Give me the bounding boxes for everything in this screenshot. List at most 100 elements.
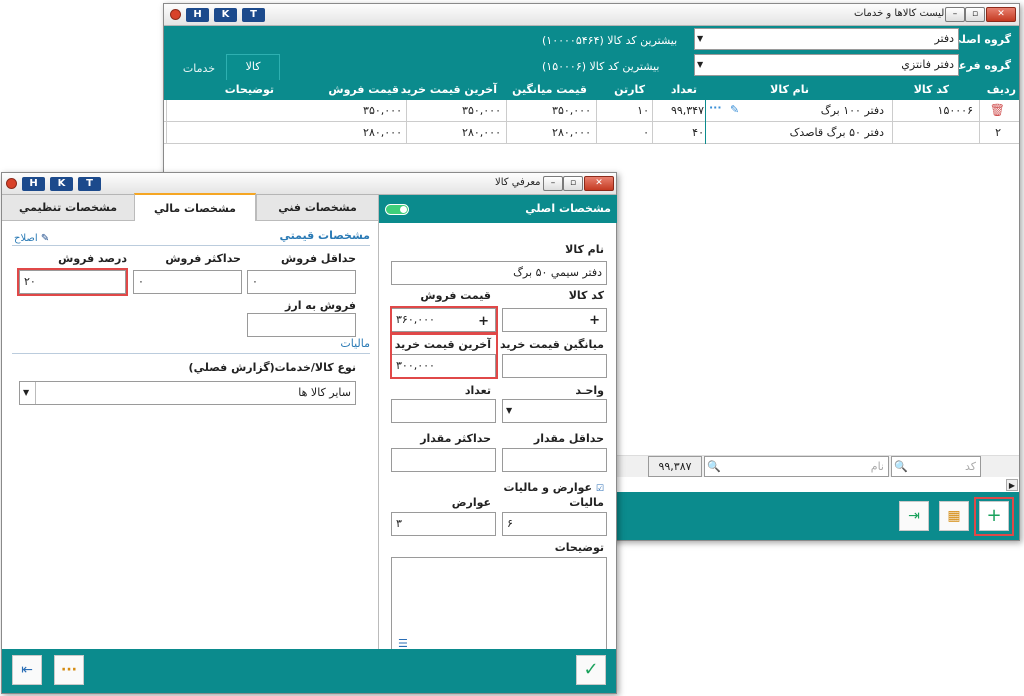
cell-avg: ۳۵۰,۰۰۰ bbox=[552, 104, 591, 117]
plus-icon[interactable]: + bbox=[589, 311, 600, 331]
avg-buy-input[interactable] bbox=[502, 354, 607, 378]
col-code: كد كالا bbox=[913, 83, 949, 96]
cell-sale: ۲۸۰,۰۰۰ bbox=[363, 126, 402, 139]
toggle-switch[interactable] bbox=[385, 204, 409, 215]
import-icon[interactable]: ⇥ bbox=[899, 501, 929, 531]
chevron-down-icon: ▼ bbox=[506, 406, 513, 415]
hkt-h-button[interactable]: H bbox=[186, 8, 209, 22]
close-button[interactable]: ✕ bbox=[584, 176, 614, 191]
pencil-icon[interactable]: ✎ bbox=[730, 103, 739, 116]
cell-avg: ۲۸۰,۰۰۰ bbox=[552, 126, 591, 139]
minimize-button[interactable]: – bbox=[945, 7, 965, 22]
main-specs-title: مشخصات اصلي bbox=[525, 202, 611, 215]
min-qty-input[interactable] bbox=[502, 448, 607, 472]
filter-code-input[interactable]: كد 🔍 bbox=[891, 456, 981, 477]
goods-table: رديف كد كالا نام كالا تعداد كارتن قيمت م… bbox=[164, 80, 1019, 144]
form-bottom-toolbar: ⇤ ··· ✓ bbox=[2, 649, 616, 693]
table-divider bbox=[406, 100, 407, 144]
restore-button[interactable]: ▫ bbox=[563, 176, 583, 191]
main-group-label: گروه اصلي bbox=[950, 33, 1011, 46]
main-specs-header: مشخصات اصلي bbox=[379, 195, 617, 223]
sale-price-label: قيمت فروش bbox=[420, 289, 491, 302]
duty-input[interactable]: ۳ bbox=[391, 512, 496, 536]
app-dot-icon bbox=[170, 9, 181, 20]
unit-select[interactable]: ▼ bbox=[502, 399, 607, 423]
max-code-main: بيشترين كد كالا (۱۰۰۰۰۵۴۶۴) bbox=[542, 34, 678, 47]
pct-sale-label: درصد فروش bbox=[58, 252, 127, 265]
max-qty-label: حداكثر مقدار bbox=[420, 432, 491, 445]
main-group-select[interactable]: دفتر ▼ bbox=[694, 28, 959, 50]
tab-services[interactable]: خدمات bbox=[174, 58, 224, 80]
max-sale-input[interactable]: ۰ bbox=[133, 270, 242, 294]
price-section-title: مشخصات قيمتي bbox=[279, 229, 370, 242]
search-icon: 🔍 bbox=[707, 460, 721, 473]
edit-link[interactable]: اصلاح ✎ bbox=[14, 233, 49, 244]
cell-last: ۳۵۰,۰۰۰ bbox=[462, 104, 501, 117]
hkt-h-button[interactable]: H bbox=[22, 177, 45, 191]
desc-label: توضيحات bbox=[554, 541, 604, 554]
goods-type-select[interactable]: ساير كالا ها ▼ bbox=[19, 381, 356, 405]
tax-section-divider bbox=[12, 353, 370, 354]
filter-name-input[interactable]: نام 🔍 bbox=[704, 456, 889, 477]
min-qty-label: حداقل مقدار bbox=[533, 432, 604, 445]
fx-sale-label: فروش به ارز bbox=[285, 299, 356, 312]
qty-input[interactable] bbox=[391, 399, 496, 423]
pct-sale-highlight bbox=[17, 268, 128, 296]
name-input[interactable]: دفتر سيمي ۵۰ برگ bbox=[391, 261, 607, 285]
code-input[interactable]: + bbox=[502, 308, 607, 332]
tab-technical[interactable]: مشخصات فني bbox=[256, 195, 378, 220]
fx-sale-input[interactable] bbox=[247, 313, 356, 337]
table-row[interactable]: 🗑 ۱۵۰۰۰۶ دفتر ۱۰۰ برگ ✎ ··· ۹۹,۳۴۷ ۱۰ ۳۵… bbox=[164, 100, 1019, 122]
more-options-button[interactable]: ··· bbox=[54, 655, 84, 685]
price-section-divider bbox=[12, 245, 370, 246]
col-desc: توضيحات bbox=[224, 83, 274, 96]
duty-label: عوارض bbox=[451, 496, 491, 509]
form-window-title: معرفي كالا bbox=[495, 177, 541, 188]
trash-icon[interactable]: 🗑 bbox=[990, 103, 1005, 117]
cell-last: ۲۸۰,۰۰۰ bbox=[462, 126, 501, 139]
form-titlebar: H K T معرفي كالا – ▫ ✕ bbox=[2, 173, 616, 195]
max-qty-input[interactable] bbox=[391, 448, 496, 472]
hierarchy-icon[interactable]: ▦ bbox=[939, 501, 969, 531]
sub-group-select[interactable]: دفتر فانتزي ▼ bbox=[694, 54, 959, 76]
table-row[interactable]: ۲ دفتر ۵۰ برگ قاصدک ۴۰ ۰ ۲۸۰,۰۰۰ ۲۸۰,۰۰۰… bbox=[164, 122, 1019, 144]
confirm-button[interactable]: ✓ bbox=[576, 655, 606, 685]
hkt-k-button[interactable]: K bbox=[214, 8, 237, 22]
main-specs-pane: مشخصات اصلي نام كالا دفتر سيمي ۵۰ برگ كد… bbox=[378, 195, 617, 655]
restore-button[interactable]: ▫ bbox=[965, 7, 985, 22]
desc-textarea[interactable]: ☰ bbox=[391, 557, 607, 655]
col-last: آخرين قيمت خريد bbox=[400, 83, 497, 96]
scroll-right-button[interactable]: ▶ bbox=[1006, 479, 1018, 491]
last-buy-highlight bbox=[390, 333, 498, 379]
list-window-title: ليست كالاها و خدمات bbox=[854, 8, 945, 19]
check-icon: ☑ bbox=[595, 484, 604, 494]
code-label: كد كالا bbox=[568, 289, 604, 302]
min-sale-label: حداقل فروش bbox=[281, 252, 356, 265]
tab-goods[interactable]: كالا bbox=[226, 54, 280, 80]
avg-buy-label: ميانگين قيمت خريد bbox=[500, 338, 604, 351]
name-label: نام كالا bbox=[565, 243, 604, 256]
cell-carton: ۰ bbox=[643, 126, 649, 139]
tax-input[interactable]: ۶ bbox=[502, 512, 607, 536]
close-button[interactable]: ✕ bbox=[986, 7, 1016, 22]
hkt-t-button[interactable]: T bbox=[242, 8, 265, 22]
max-sale-label: حداكثر فروش bbox=[165, 252, 241, 265]
goods-type-label: نوع كالا/خدمات(گزارش فصلي) bbox=[188, 361, 356, 374]
hkt-t-button[interactable]: T bbox=[78, 177, 101, 191]
exit-button[interactable]: ⇤ bbox=[12, 655, 42, 685]
min-sale-input[interactable]: ۰ bbox=[247, 270, 356, 294]
tax-label: ماليات bbox=[569, 496, 604, 509]
cell-sale: ۳۵۰,۰۰۰ bbox=[363, 104, 402, 117]
hkt-k-button[interactable]: K bbox=[50, 177, 73, 191]
tax-checkbox[interactable]: ☑ عوارض و ماليات bbox=[504, 481, 604, 494]
more-icon[interactable]: ··· bbox=[709, 101, 722, 114]
tab-strip: مشخصات فني مشخصات مالي مشخصات تنظيمي bbox=[2, 193, 378, 221]
tab-financial[interactable]: مشخصات مالي bbox=[134, 193, 256, 221]
tab-regulatory[interactable]: مشخصات تنظيمي bbox=[2, 195, 134, 220]
table-divider bbox=[652, 100, 653, 144]
chevron-down-icon: ▼ bbox=[23, 388, 30, 397]
minimize-button[interactable]: – bbox=[543, 176, 563, 191]
col-qty: تعداد bbox=[670, 83, 697, 96]
table-divider bbox=[596, 100, 597, 144]
sale-price-highlight bbox=[390, 306, 498, 334]
